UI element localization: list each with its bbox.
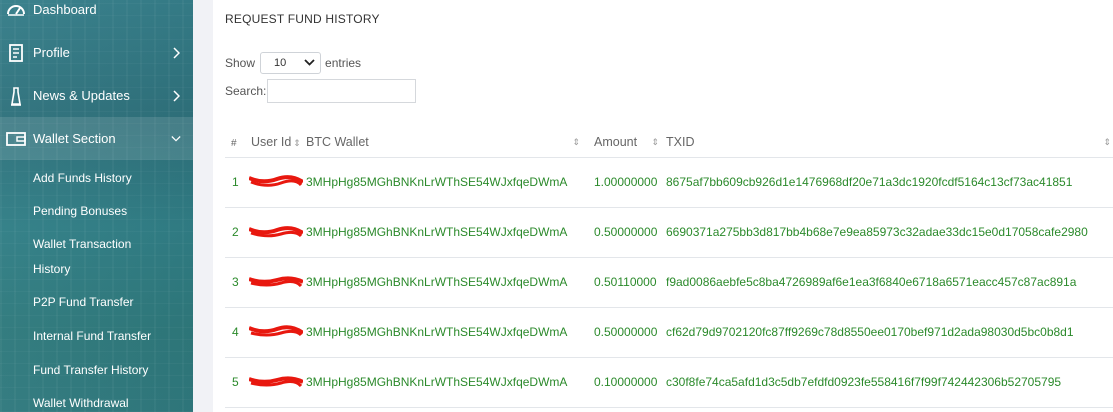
sidebar-item-wallet-section[interactable]: Wallet Section: [0, 117, 193, 160]
sidebar-subitem-wallet-transaction-history[interactable]: History: [33, 257, 70, 281]
chevron-right-icon: [171, 46, 181, 60]
user-id-cell: [245, 307, 306, 358]
fund-history-table: # User Id ⇕ BTC Wallet ⇕ Amount ⇕ TXID ⇕ 1: [225, 127, 1113, 408]
redaction-mark: [249, 376, 303, 388]
sort-icon: ⇕: [1103, 137, 1111, 147]
request-fund-history-panel: REQUEST FUND HISTORY Show 10 entries Sea…: [213, 0, 1113, 412]
redaction-mark: [249, 174, 303, 188]
btc-wallet-cell: 3MHpHg85MGhBNKnLrWThSE54WJxfqeDWmA: [306, 307, 588, 358]
redaction-mark: [249, 325, 303, 338]
sidebar-item-label: Wallet Section: [33, 131, 116, 146]
row-number: 2: [225, 207, 245, 258]
user-id-cell: [245, 357, 306, 408]
table-row: 1 3MHpHg85MGhBNKnLrWThSE54WJxfqeDWmA 1.0…: [225, 157, 1113, 208]
sidebar-item-profile[interactable]: Profile: [0, 31, 193, 74]
sidebar-subitem-wallet-withdrawal[interactable]: Wallet Withdrawal: [33, 391, 129, 412]
entries-label: entries: [325, 56, 362, 70]
sidebar-item-label: Dashboard: [33, 2, 97, 17]
dashboard-icon: [5, 0, 27, 21]
sidebar-subitem-add-funds-history[interactable]: Add Funds History: [33, 166, 132, 190]
column-header-txid[interactable]: TXID ⇕: [665, 127, 1113, 158]
redaction-mark: [249, 225, 303, 238]
redaction-mark: [249, 276, 303, 288]
sidebar-subitem-pending-bonuses[interactable]: Pending Bonuses: [33, 199, 127, 223]
btc-wallet-cell: 3MHpHg85MGhBNKnLrWThSE54WJxfqeDWmA: [306, 257, 588, 308]
news-icon: [5, 85, 27, 107]
table-row: 4 3MHpHg85MGhBNKnLrWThSE54WJxfqeDWmA 0.5…: [225, 307, 1113, 358]
sidebar-subitem-wallet-transaction[interactable]: Wallet Transaction: [33, 232, 131, 256]
amount-cell: 0.50110000: [588, 257, 665, 308]
txid-cell: 8675af7bb609cb926d1e1476968df20e71a3dc19…: [665, 157, 1113, 208]
column-header-number[interactable]: #: [225, 127, 245, 158]
column-header-btc-wallet[interactable]: BTC Wallet ⇕: [306, 127, 588, 158]
table-row: 3 3MHpHg85MGhBNKnLrWThSE54WJxfqeDWmA 0.5…: [225, 257, 1113, 308]
sidebar-item-dashboard[interactable]: Dashboard: [0, 0, 193, 31]
entries-select-value: 10: [274, 57, 287, 69]
amount-cell: 0.50000000: [588, 207, 665, 258]
btc-wallet-cell: 3MHpHg85MGhBNKnLrWThSE54WJxfqeDWmA: [306, 207, 588, 258]
txid-cell: f9ad0086aebfe5c8ba4726989af6e1ea3f6840e6…: [665, 257, 1113, 308]
column-header-amount[interactable]: Amount ⇕: [588, 127, 665, 158]
profile-icon: [5, 42, 27, 64]
entries-length-control: Show 10 entries: [225, 52, 361, 74]
sidebar-subitem-p2p-fund-transfer[interactable]: P2P Fund Transfer: [33, 290, 134, 314]
amount-cell: 0.50000000: [588, 307, 665, 358]
row-number: 5: [225, 357, 245, 408]
table-header-row: # User Id ⇕ BTC Wallet ⇕ Amount ⇕ TXID ⇕: [225, 127, 1113, 158]
sort-icon: ⇕: [572, 137, 580, 147]
sidebar: Dashboard Profile News & Updates Wallet …: [0, 0, 193, 412]
amount-cell: 0.10000000: [588, 357, 665, 408]
sort-icon: ⇕: [293, 137, 301, 148]
sidebar-subitem-internal-fund-transfer[interactable]: Internal Fund Transfer: [33, 324, 151, 348]
row-number: 3: [225, 257, 245, 308]
txid-cell: cf62d79d9702120fc87ff9269c78d8550ee0170b…: [665, 307, 1113, 358]
sidebar-item-news[interactable]: News & Updates: [0, 74, 193, 117]
search-label: Search:: [225, 84, 267, 98]
btc-wallet-cell: 3MHpHg85MGhBNKnLrWThSE54WJxfqeDWmA: [306, 157, 588, 208]
btc-wallet-cell: 3MHpHg85MGhBNKnLrWThSE54WJxfqeDWmA: [306, 357, 588, 408]
row-number: 1: [225, 157, 245, 208]
entries-select[interactable]: 10: [260, 52, 322, 74]
wallet-icon: [5, 128, 27, 150]
sidebar-subitem-fund-transfer-history[interactable]: Fund Transfer History: [33, 358, 148, 382]
user-id-cell: [245, 257, 306, 308]
show-label: Show: [225, 56, 256, 70]
sidebar-item-label: Profile: [33, 45, 70, 60]
table-row: 2 3MHpHg85MGhBNKnLrWThSE54WJxfqeDWmA 0.5…: [225, 207, 1113, 258]
search-input[interactable]: [267, 79, 417, 103]
chevron-down-icon: [171, 132, 181, 146]
chevron-down-icon: [304, 57, 315, 69]
sort-icon: ⇕: [651, 137, 659, 147]
user-id-cell: [245, 157, 306, 208]
table-row: 5 3MHpHg85MGhBNKnLrWThSE54WJxfqeDWmA 0.1…: [225, 357, 1113, 408]
txid-cell: c30f8fe74ca5afd1d3c5db7efdfd0923fe558416…: [665, 357, 1113, 408]
row-number: 4: [225, 307, 245, 358]
chevron-right-icon: [171, 89, 181, 103]
txid-cell: 6690371a275bb3d817bb4b68e7e9ea85973c32ad…: [665, 207, 1113, 258]
page-title: REQUEST FUND HISTORY: [225, 12, 380, 26]
sidebar-item-label: News & Updates: [33, 88, 130, 103]
user-id-cell: [245, 207, 306, 258]
column-header-user-id[interactable]: User Id ⇕: [245, 127, 306, 158]
search-control: Search:: [225, 79, 417, 103]
amount-cell: 1.00000000: [588, 157, 665, 208]
